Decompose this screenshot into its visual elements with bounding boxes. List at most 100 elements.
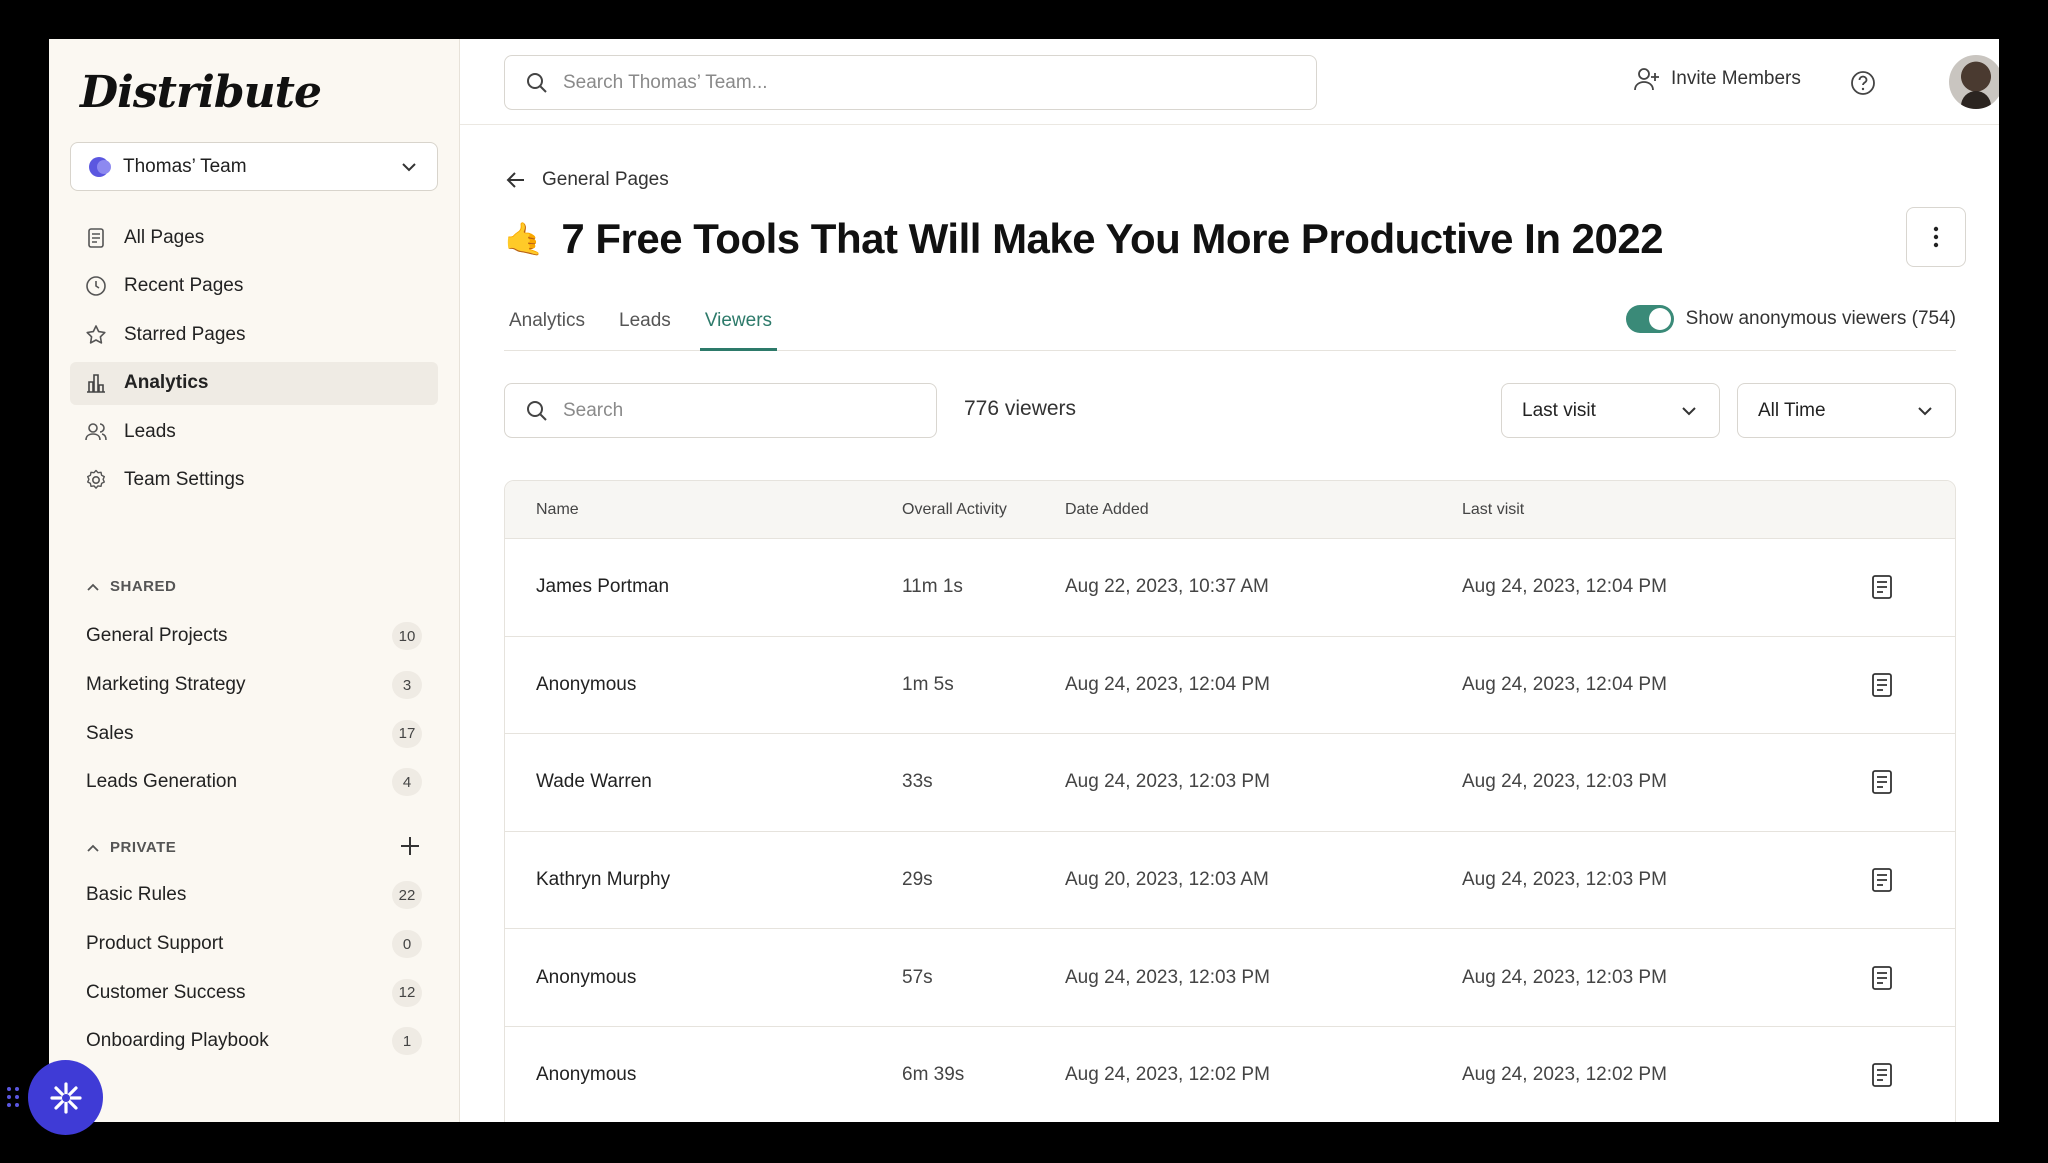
column-overall-activity[interactable]: Overall Activity: [902, 501, 1065, 519]
viewer-name: Kathryn Murphy: [536, 869, 671, 891]
shared-section-toggle[interactable]: SHARED: [86, 578, 176, 595]
tab-leads[interactable]: Leads: [614, 301, 676, 351]
folder-label: Onboarding Playbook: [86, 1030, 269, 1052]
table-row[interactable]: Wade Warren 33s Aug 24, 2023, 12:03 PM A…: [505, 734, 1955, 832]
gear-icon: [87, 470, 105, 490]
help-button[interactable]: [1850, 70, 1876, 101]
time-range-value: All Time: [1758, 399, 1826, 421]
document-icon: [88, 227, 104, 248]
folder-label: General Projects: [86, 625, 228, 647]
folder-label: Customer Success: [86, 981, 246, 1003]
list-item-customer-success[interactable]: Customer Success 12: [86, 968, 422, 1017]
count-badge: 4: [392, 768, 422, 797]
list-item-onboarding-playbook[interactable]: Onboarding Playbook 1: [86, 1017, 422, 1066]
viewer-name: Anonymous: [536, 673, 637, 695]
global-search-input[interactable]: [563, 71, 1296, 94]
logo: Distribute: [80, 67, 322, 118]
star-icon: [86, 324, 106, 344]
nav-item-analytics[interactable]: Analytics: [70, 361, 438, 405]
chevron-down-icon: [1682, 406, 1696, 415]
assistant-button[interactable]: [28, 1060, 103, 1135]
view-details-button[interactable]: [1852, 867, 1912, 893]
nav-item-starred-pages[interactable]: Starred Pages: [70, 313, 438, 356]
count-badge: 3: [392, 671, 422, 700]
view-details-button[interactable]: [1852, 672, 1912, 698]
folder-label: Basic Rules: [86, 884, 187, 906]
search-icon: [527, 400, 547, 421]
view-details-button[interactable]: [1852, 1062, 1912, 1088]
sort-dropdown[interactable]: Last visit: [1501, 383, 1720, 438]
chevron-down-icon: [402, 162, 416, 171]
team-switcher[interactable]: Thomas’ Team: [70, 142, 438, 191]
view-details-button[interactable]: [1852, 965, 1912, 991]
folder-label: Leads Generation: [86, 771, 238, 793]
count-badge: 12: [392, 978, 422, 1007]
viewer-name: Anonymous: [536, 1064, 637, 1086]
shared-list: General Projects 10 Marketing Strategy 3 S…: [86, 612, 422, 807]
more-options-button[interactable]: [1906, 207, 1966, 267]
viewer-count: 776 viewers: [964, 397, 1077, 420]
sidebar: Distribute Thomas’ Team All Pages Recent…: [49, 39, 460, 1122]
count-badge: 0: [392, 930, 422, 959]
users-icon: [85, 423, 107, 440]
time-range-dropdown[interactable]: All Time: [1737, 383, 1956, 438]
nav-item-team-settings[interactable]: Team Settings: [70, 459, 438, 502]
document-icon: [1872, 965, 1892, 990]
view-details-button[interactable]: [1852, 769, 1912, 795]
column-name[interactable]: Name: [505, 501, 902, 519]
viewer-search[interactable]: [504, 383, 937, 438]
list-item-leads-generation[interactable]: Leads Generation 4: [86, 758, 422, 807]
drag-handle-icon[interactable]: [6, 1086, 20, 1108]
date-added: Aug 24, 2023, 12:02 PM: [1065, 1064, 1270, 1086]
table-row[interactable]: Anonymous 6m 39s Aug 24, 2023, 12:02 PM …: [505, 1027, 1955, 1122]
table-row[interactable]: James Portman 11m 1s Aug 22, 2023, 10:37…: [505, 539, 1955, 637]
date-added: Aug 22, 2023, 10:37 AM: [1065, 576, 1269, 598]
list-item-product-support[interactable]: Product Support 0: [86, 920, 422, 969]
last-visit: Aug 24, 2023, 12:04 PM: [1462, 576, 1667, 598]
nav-item-all-pages[interactable]: All Pages: [70, 216, 438, 259]
topbar: Invite Members: [460, 39, 1999, 125]
table-row[interactable]: Anonymous 1m 5s Aug 24, 2023, 12:04 PM A…: [505, 637, 1955, 735]
list-item-general-projects[interactable]: General Projects 10: [86, 612, 422, 661]
table-row[interactable]: Anonymous 57s Aug 24, 2023, 12:03 PM Aug…: [505, 929, 1955, 1027]
toggle-switch[interactable]: [1625, 305, 1674, 333]
user-avatar[interactable]: [1949, 55, 1999, 109]
column-date-added[interactable]: Date Added: [1065, 501, 1462, 519]
nav-item-leads[interactable]: Leads: [70, 410, 438, 453]
last-visit: Aug 24, 2023, 12:03 PM: [1462, 771, 1667, 793]
back-to-general-pages[interactable]: General Pages: [504, 168, 669, 192]
nav-item-recent-pages[interactable]: Recent Pages: [70, 265, 438, 308]
add-private-folder-button[interactable]: [399, 834, 421, 862]
private-heading: PRIVATE: [110, 839, 177, 856]
column-last-visit[interactable]: Last visit: [1462, 501, 1852, 519]
nav-label: All Pages: [124, 226, 205, 248]
search-icon: [527, 72, 547, 93]
sparkle-icon: [49, 1081, 82, 1114]
invite-members-button[interactable]: Invite Members: [1633, 65, 1801, 93]
count-badge: 17: [392, 719, 422, 748]
viewer-search-input[interactable]: [563, 399, 916, 422]
nav-label: Analytics: [124, 372, 209, 394]
view-details-button[interactable]: [1852, 574, 1912, 600]
tab-viewers[interactable]: Viewers: [699, 301, 778, 351]
document-icon: [1872, 1063, 1892, 1088]
sort-value: Last visit: [1522, 399, 1596, 421]
count-badge: 1: [392, 1027, 422, 1056]
last-visit: Aug 24, 2023, 12:03 PM: [1462, 869, 1667, 891]
global-search[interactable]: [504, 55, 1317, 110]
private-section-toggle[interactable]: PRIVATE: [86, 839, 176, 856]
page-title: 7 Free Tools That Will Make You More Pro…: [561, 215, 1664, 262]
nav-label: Team Settings: [124, 469, 245, 491]
count-badge: 10: [392, 622, 422, 651]
list-item-marketing-strategy[interactable]: Marketing Strategy 3: [86, 661, 422, 710]
chevron-down-icon: [1918, 406, 1932, 415]
tab-analytics[interactable]: Analytics: [504, 301, 590, 351]
more-vertical-icon: [1933, 226, 1939, 248]
table-row[interactable]: Kathryn Murphy 29s Aug 20, 2023, 12:03 A…: [505, 832, 1955, 930]
invite-label: Invite Members: [1671, 68, 1801, 89]
add-user-icon: [1634, 68, 1659, 91]
list-item-basic-rules[interactable]: Basic Rules 22: [86, 871, 422, 920]
anonymous-viewers-toggle[interactable]: Show anonymous viewers (754): [1625, 305, 1956, 333]
date-added: Aug 24, 2023, 12:04 PM: [1065, 673, 1270, 695]
list-item-sales[interactable]: Sales 17: [86, 709, 422, 758]
